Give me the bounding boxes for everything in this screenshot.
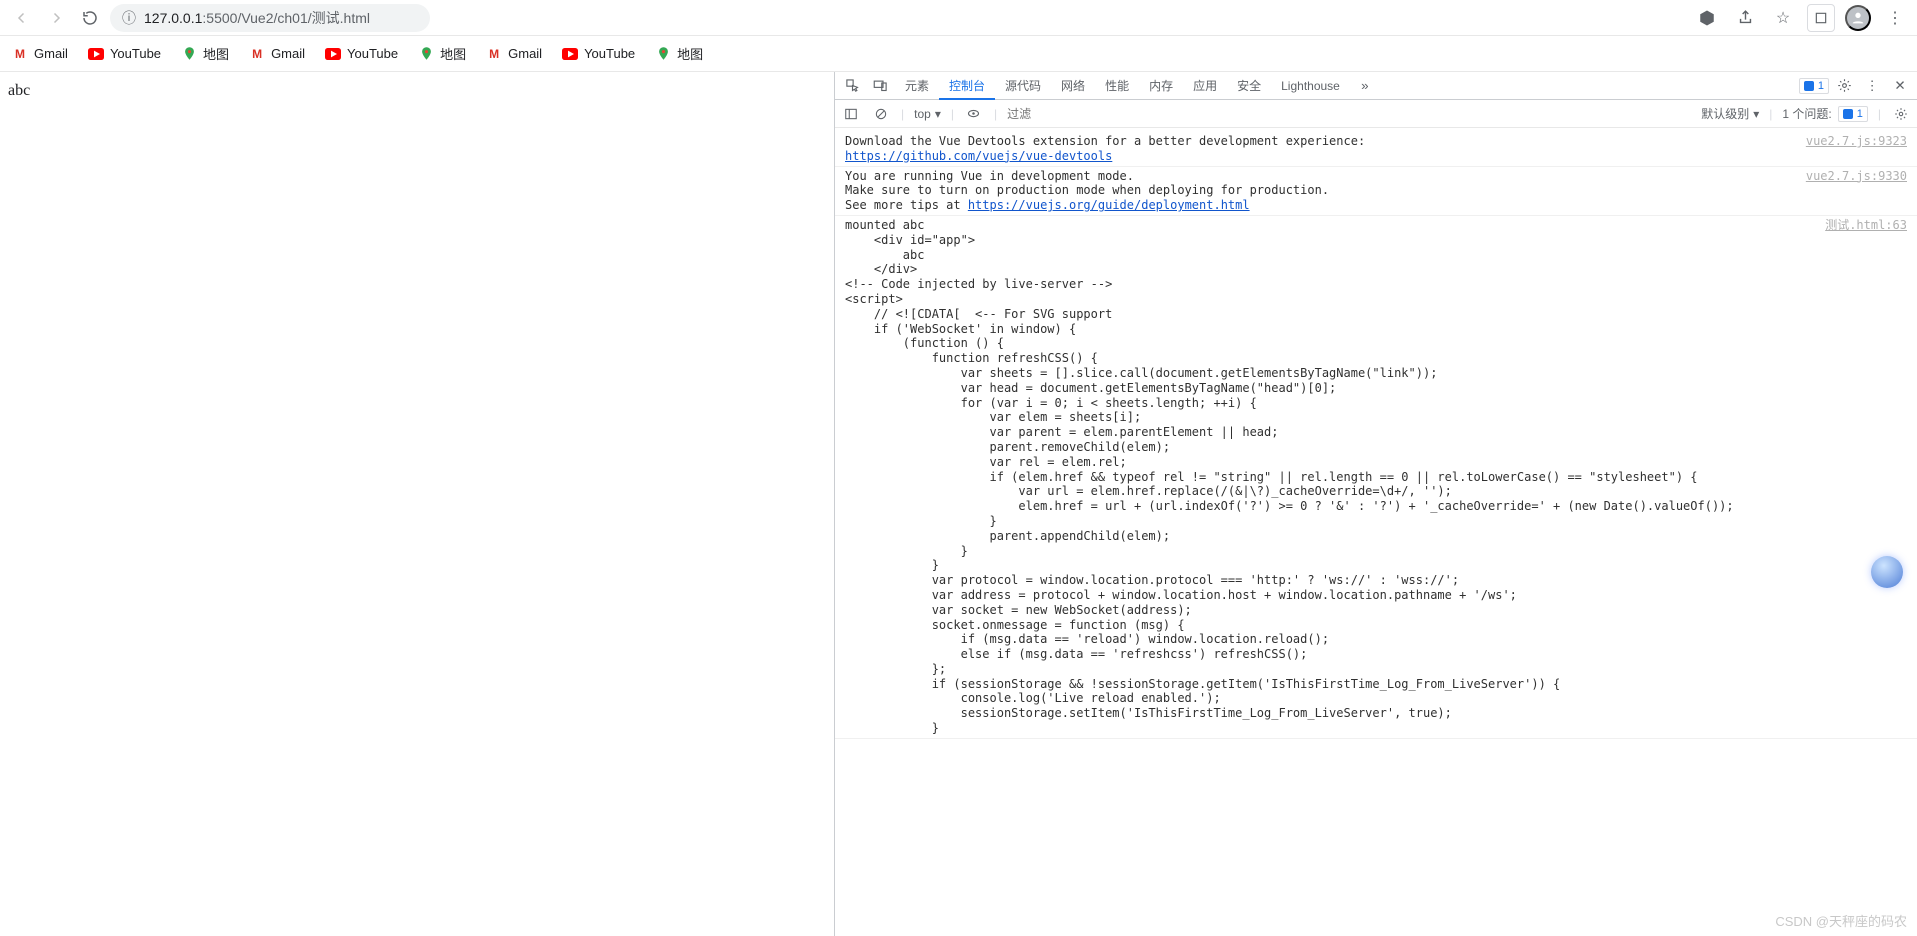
gmail-icon: M bbox=[486, 46, 502, 62]
bookmark-item[interactable]: YouTube bbox=[325, 46, 398, 62]
bookmark-item[interactable]: M Gmail bbox=[12, 46, 68, 62]
devtools-tab[interactable]: 网络 bbox=[1051, 72, 1095, 99]
browser-toolbar: ⓘ 127.0.0.1:5500/Vue2/ch01/测试.html ☆ ⋮ bbox=[0, 0, 1917, 36]
reload-button[interactable] bbox=[76, 4, 104, 32]
arrow-right-icon bbox=[47, 9, 65, 27]
main-area: abc 元素控制台源代码网络性能内存应用安全Lighthouse » 1 ⋮ ✕ bbox=[0, 72, 1917, 936]
bookmark-item[interactable]: 地图 bbox=[655, 44, 703, 63]
log-level-selector[interactable]: 默认级别 ▾ bbox=[1701, 105, 1759, 122]
bookmark-item[interactable]: YouTube bbox=[88, 46, 161, 62]
person-icon bbox=[1850, 10, 1866, 26]
maps-icon bbox=[181, 46, 197, 62]
maps-icon bbox=[655, 46, 671, 62]
bookmark-label: YouTube bbox=[584, 46, 635, 61]
watermark-text: CSDN @天秤座的码农 bbox=[1775, 911, 1907, 930]
translate-icon-svg bbox=[1698, 9, 1716, 27]
console-settings-icon[interactable] bbox=[1891, 100, 1911, 127]
log-text: Download the Vue Devtools extension for … bbox=[845, 134, 1365, 148]
console-log-row: You are running Vue in development mode.… bbox=[835, 167, 1917, 216]
devtools-settings-icon[interactable] bbox=[1831, 72, 1857, 99]
bookmark-item[interactable]: 地图 bbox=[181, 44, 229, 63]
page-content: abc bbox=[0, 72, 834, 936]
bookmark-label: 地图 bbox=[677, 44, 703, 63]
log-text: mounted abc <div id="app"> abc </div> <!… bbox=[845, 218, 1815, 736]
gmail-icon: M bbox=[249, 46, 265, 62]
bookmark-star-icon[interactable]: ☆ bbox=[1769, 4, 1797, 32]
devtools-close-icon[interactable]: ✕ bbox=[1887, 72, 1913, 99]
bookmark-label: Gmail bbox=[271, 46, 305, 61]
more-tabs-icon[interactable]: » bbox=[1352, 72, 1378, 99]
forward-button[interactable] bbox=[42, 4, 70, 32]
console-toolbar: | top ▾ | | 默认级别 ▾ | 1 个问题: 1 bbox=[835, 100, 1917, 128]
devtools-tab[interactable]: 安全 bbox=[1227, 72, 1271, 99]
bookmark-item[interactable]: YouTube bbox=[562, 46, 635, 62]
bookmark-item[interactable]: M Gmail bbox=[486, 46, 542, 62]
console-filter-input[interactable] bbox=[1007, 107, 1691, 121]
extensions-icon[interactable] bbox=[1807, 4, 1835, 32]
translate-icon[interactable] bbox=[1693, 4, 1721, 32]
issues-summary[interactable]: 1 个问题: 1 bbox=[1782, 105, 1867, 122]
bookmark-label: YouTube bbox=[110, 46, 161, 61]
arrow-left-icon bbox=[13, 9, 31, 27]
devtools-tab[interactable]: 控制台 bbox=[939, 72, 995, 99]
chrome-menu-icon[interactable]: ⋮ bbox=[1881, 4, 1909, 32]
devtools-panel: 元素控制台源代码网络性能内存应用安全Lighthouse » 1 ⋮ ✕ | t… bbox=[834, 72, 1917, 936]
toggle-sidebar-icon[interactable] bbox=[841, 100, 861, 127]
youtube-icon bbox=[562, 46, 578, 62]
devtools-tab[interactable]: 源代码 bbox=[995, 72, 1051, 99]
maps-icon bbox=[418, 46, 434, 62]
devtools-tab[interactable]: Lighthouse bbox=[1271, 72, 1350, 99]
log-link[interactable]: https://vuejs.org/guide/deployment.html bbox=[968, 198, 1250, 212]
devtools-menu-icon[interactable]: ⋮ bbox=[1859, 72, 1885, 99]
reload-icon bbox=[81, 9, 99, 27]
page-text: abc bbox=[8, 82, 30, 99]
youtube-icon bbox=[325, 46, 341, 62]
youtube-icon bbox=[88, 46, 104, 62]
log-source-link[interactable]: vue2.7.js:9330 bbox=[1796, 169, 1907, 213]
chevron-down-icon: ▾ bbox=[935, 107, 941, 121]
address-bar[interactable]: ⓘ 127.0.0.1:5500/Vue2/ch01/测试.html bbox=[110, 4, 430, 32]
bookmark-label: YouTube bbox=[347, 46, 398, 61]
bookmark-label: 地图 bbox=[203, 44, 229, 63]
puzzle-icon bbox=[1814, 11, 1828, 25]
bookmark-item[interactable]: 地图 bbox=[418, 44, 466, 63]
console-filter[interactable] bbox=[1007, 107, 1691, 121]
devtools-tab[interactable]: 内存 bbox=[1139, 72, 1183, 99]
console-log-row: Download the Vue Devtools extension for … bbox=[835, 132, 1917, 167]
share-icon-svg bbox=[1737, 9, 1754, 26]
console-log-row: mounted abc <div id="app"> abc </div> <!… bbox=[835, 216, 1917, 739]
log-source-link[interactable]: 测试.html:63 bbox=[1815, 218, 1907, 736]
url-text: 127.0.0.1:5500/Vue2/ch01/测试.html bbox=[144, 8, 370, 28]
chevron-down-icon: ▾ bbox=[1753, 107, 1759, 121]
live-expression-icon[interactable] bbox=[964, 100, 984, 127]
context-selector[interactable]: top ▾ bbox=[914, 107, 941, 121]
bookmark-label: Gmail bbox=[508, 46, 542, 61]
issues-badge[interactable]: 1 bbox=[1799, 78, 1829, 94]
bookmark-bar: M Gmail YouTube 地图 M Gmail YouTube 地图 M Gmail YouT… bbox=[0, 36, 1917, 72]
devtools-tab[interactable]: 性能 bbox=[1095, 72, 1139, 99]
inspect-element-icon[interactable] bbox=[839, 72, 865, 99]
floating-assistant-icon[interactable] bbox=[1871, 556, 1903, 588]
gmail-icon: M bbox=[12, 46, 28, 62]
clear-console-icon[interactable] bbox=[871, 100, 891, 127]
back-button[interactable] bbox=[8, 4, 36, 32]
console-output: Download the Vue Devtools extension for … bbox=[835, 128, 1917, 936]
site-info-icon[interactable]: ⓘ bbox=[122, 8, 136, 28]
device-toolbar-icon[interactable] bbox=[867, 72, 893, 99]
bookmark-label: 地图 bbox=[440, 44, 466, 63]
devtools-tab[interactable]: 应用 bbox=[1183, 72, 1227, 99]
share-icon[interactable] bbox=[1731, 4, 1759, 32]
devtools-tab[interactable]: 元素 bbox=[895, 72, 939, 99]
bookmark-item[interactable]: M Gmail bbox=[249, 46, 305, 62]
bookmark-label: Gmail bbox=[34, 46, 68, 61]
log-link[interactable]: https://github.com/vuejs/vue-devtools bbox=[845, 149, 1112, 163]
log-source-link[interactable]: vue2.7.js:9323 bbox=[1796, 134, 1907, 164]
profile-avatar[interactable] bbox=[1845, 5, 1871, 31]
devtools-tabs: 元素控制台源代码网络性能内存应用安全Lighthouse » 1 ⋮ ✕ bbox=[835, 72, 1917, 100]
